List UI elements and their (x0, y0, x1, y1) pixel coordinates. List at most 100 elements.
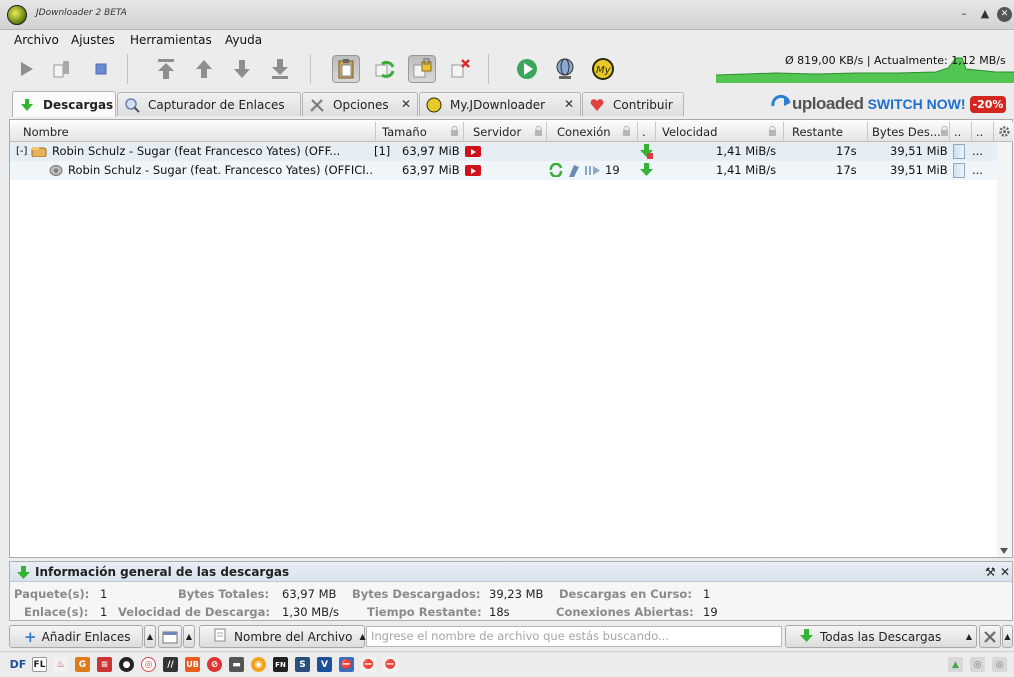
pause-downloads-button[interactable] (48, 55, 76, 83)
bottom-settings-button[interactable] (979, 625, 1001, 648)
ub-host-icon[interactable]: UB (185, 657, 200, 672)
tab-myjdownloader[interactable]: My.JDownloader ✕ (419, 92, 581, 116)
panel-settings-icon[interactable]: ⚒ (985, 562, 996, 582)
premium-lock-icon (413, 58, 432, 78)
column-progress[interactable]: .. (950, 122, 972, 142)
calendar-menu-button[interactable]: ▲ (183, 625, 195, 648)
link-row[interactable]: Robin Schulz - Sugar (feat. Francesco Ya… (10, 161, 997, 180)
search-input[interactable]: Ingrese el nombre de archivo que estás b… (366, 626, 782, 647)
tab-label: Contribuir (613, 97, 673, 112)
menu-herramientas[interactable]: Herramientas (130, 33, 212, 47)
stop-downloads-button[interactable] (87, 55, 115, 83)
df-host-icon[interactable]: DF (8, 657, 28, 672)
uploaded-banner[interactable]: uploaded SWITCH NOW! -20% (770, 92, 1007, 116)
tab-opciones[interactable]: Opciones ✕ (302, 92, 418, 116)
column-extra[interactable]: .. (972, 122, 994, 142)
forbidden-host-icon[interactable]: ⛔ (361, 657, 376, 672)
column-nombre[interactable]: Nombre (10, 122, 376, 142)
speed-host-icon[interactable]: // (163, 657, 178, 672)
minimize-button[interactable]: – (957, 7, 971, 21)
link-bytes: 39,51 MiB (890, 163, 948, 177)
no-host-icon[interactable]: ⊘ (207, 657, 222, 672)
menu-ajustes[interactable]: Ajustes (71, 33, 115, 47)
fn-host-icon[interactable]: FN (273, 657, 288, 672)
column-velocidad[interactable]: Velocidad (656, 122, 784, 142)
speed-readout: Ø 819,00 KB/s | Actualmente: 1,12 MB/s (785, 54, 1006, 67)
tab-capturador[interactable]: Capturador de Enlaces (117, 92, 301, 116)
tab-label: My.JDownloader (450, 97, 546, 112)
plugin-icon (567, 163, 581, 178)
ball-host-icon[interactable]: ● (119, 657, 134, 672)
add-links-button[interactable]: + Añadir Enlaces (9, 625, 143, 648)
move-bottom-button[interactable] (266, 55, 294, 83)
package-link-count: [1] (374, 144, 391, 158)
play-icon (21, 62, 33, 76)
start-downloads-button[interactable] (12, 55, 40, 83)
svg-text:My: My (596, 65, 612, 76)
tray-network-icon[interactable]: ◎ (992, 657, 1007, 672)
column-settings-icon[interactable] (998, 125, 1011, 141)
myjdownloader-toolbar-button[interactable]: My (589, 55, 617, 83)
menu-archivo[interactable]: Archivo (14, 33, 59, 47)
move-down-button[interactable] (228, 55, 256, 83)
package-speed: 1,41 MiB/s (716, 144, 777, 158)
collapse-toggle[interactable]: [-] (16, 142, 27, 161)
fl-host-icon[interactable]: FL (32, 657, 47, 672)
lock-icon (450, 126, 459, 137)
calendar-button[interactable] (158, 625, 182, 648)
tab-descargas[interactable]: Descargas (12, 91, 116, 117)
menu-ayuda[interactable]: Ayuda (225, 33, 262, 47)
update-icon (517, 59, 537, 79)
error-host-icon[interactable]: ⛔ (383, 657, 398, 672)
tab-label: Capturador de Enlaces (148, 97, 285, 112)
move-up-button[interactable] (190, 55, 218, 83)
stack-host-icon[interactable]: ≡ (97, 657, 112, 672)
blocked-host-icon[interactable]: ⛔ (339, 657, 354, 672)
bottom-settings-menu-button[interactable]: ▲ (1002, 625, 1013, 648)
search-host-icon[interactable]: ◉ (251, 657, 266, 672)
clipboard-observer-toggle[interactable] (332, 55, 360, 83)
add-links-menu-button[interactable]: ▲ (144, 625, 156, 648)
clear-finished-button[interactable] (446, 55, 474, 83)
network-status-button[interactable] (551, 55, 579, 83)
maximize-button[interactable]: ▲ (978, 7, 992, 21)
progress-indicator (953, 144, 965, 159)
value-packages: 1 (100, 587, 108, 601)
toolbar-separator (310, 54, 311, 84)
vertical-scrollbar[interactable] (997, 142, 1012, 557)
column-status[interactable]: . (638, 122, 656, 142)
column-bytes[interactable]: Bytes Des... (868, 122, 950, 142)
filter-button[interactable]: Todas las Descargas ▲ (785, 625, 977, 648)
link-speed: 1,41 MiB/s (716, 163, 777, 177)
package-name: Robin Schulz - Sugar (feat Francesco Yat… (52, 144, 341, 158)
column-restante[interactable]: Restante (784, 122, 868, 142)
filter-label: Todas las Descargas (820, 629, 942, 644)
card-host-icon[interactable]: ▬ (229, 657, 244, 672)
move-top-button[interactable] (152, 55, 180, 83)
v-host-icon[interactable]: V (317, 657, 332, 672)
tray-globe-icon[interactable]: ◎ (970, 657, 985, 672)
package-row[interactable]: [-] Robin Schulz - Sugar (feat Francesco… (10, 142, 997, 161)
close-button[interactable]: ✕ (997, 7, 1012, 22)
reconnect-button[interactable] (370, 55, 398, 83)
target-host-icon[interactable]: ◎ (141, 657, 156, 672)
update-button[interactable] (513, 55, 541, 83)
close-tab-icon[interactable]: ✕ (401, 97, 411, 111)
lock-icon (622, 126, 631, 137)
fire-host-icon[interactable]: ♨ (53, 657, 68, 672)
tab-contribuir[interactable]: Contribuir (582, 92, 684, 116)
label-connections: Conexiones Abiertas: (556, 605, 694, 619)
s-host-icon[interactable]: S (295, 657, 310, 672)
value-links: 1 (100, 605, 108, 619)
download-arrow-icon (19, 97, 35, 113)
close-tab-icon[interactable]: ✕ (564, 97, 574, 111)
tray-update-icon[interactable]: ▲ (948, 657, 963, 672)
title-bar: JDownloader 2 BETA – ▲ ✕ (0, 0, 1014, 30)
panel-close-icon[interactable]: ✕ (1000, 562, 1010, 582)
scroll-down-icon[interactable] (1000, 548, 1008, 554)
sort-by-button[interactable]: Nombre del Archivo ▲ (199, 625, 366, 648)
g-host-icon[interactable]: G (75, 657, 90, 672)
youtube-host-icon (465, 146, 481, 157)
premium-toggle[interactable] (408, 55, 436, 83)
value-connections: 19 (703, 605, 718, 619)
